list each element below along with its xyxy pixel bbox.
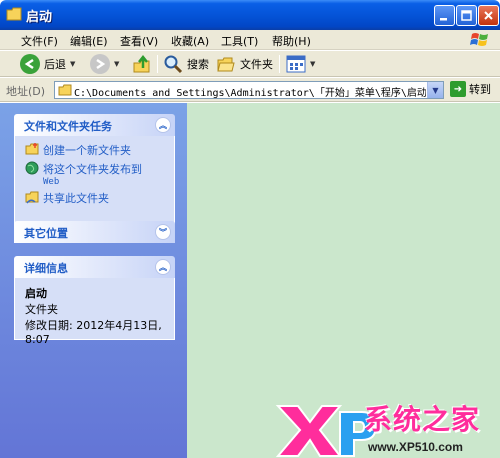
menu-edit[interactable]: 编辑(E): [70, 33, 108, 49]
minimize-button[interactable]: [434, 5, 455, 26]
detail-type: 文件夹: [25, 303, 58, 316]
back-arrow-icon: [20, 54, 40, 74]
panel-title: 其它位置: [24, 227, 68, 240]
chevron-down-icon[interactable]: ▼: [310, 60, 315, 68]
panel-header[interactable]: 详细信息 ︽: [14, 256, 175, 278]
folders-icon: [217, 57, 235, 72]
maximize-icon: [461, 10, 472, 21]
task-label: 将这个文件夹发布到: [43, 163, 142, 176]
menu-tools[interactable]: 工具(T): [221, 33, 258, 49]
chevron-down-icon[interactable]: ▼: [70, 60, 75, 68]
folders-label: 文件夹: [240, 58, 273, 71]
close-button[interactable]: [478, 5, 499, 26]
title-bar[interactable]: 启动: [0, 0, 500, 30]
back-label: 后退: [44, 58, 66, 71]
watermark-url: www.XP510.com: [368, 440, 463, 454]
maximize-button[interactable]: [456, 5, 477, 26]
back-button[interactable]: 后退 ▼: [20, 53, 75, 75]
views-button[interactable]: ▼: [286, 53, 315, 75]
forward-arrow-icon: [90, 54, 110, 74]
task-label: 创建一个新文件夹: [43, 144, 131, 157]
menu-bar: 文件(F) 编辑(E) 查看(V) 收藏(A) 工具(T) 帮助(H): [0, 30, 500, 50]
task-share-folder[interactable]: 共享此文件夹: [25, 190, 164, 206]
menu-file[interactable]: 文件(F): [21, 33, 58, 49]
address-bar: 地址(D) C:\Documents and Settings\Administ…: [0, 78, 500, 102]
task-label: 共享此文件夹: [43, 192, 109, 205]
detail-modified: 修改日期: 2012年4月13日,: [25, 319, 162, 332]
menu-view[interactable]: 查看(V): [120, 33, 158, 49]
menu-favorites[interactable]: 收藏(A): [171, 33, 209, 49]
folder-icon: [6, 7, 22, 21]
share-folder-icon: [25, 191, 39, 204]
globe-icon: [25, 161, 39, 175]
forward-button[interactable]: ▼: [90, 53, 119, 75]
detail-name: 启动: [25, 287, 47, 300]
chevron-up-icon[interactable]: ︽: [155, 259, 171, 275]
address-label: 地址(D): [6, 85, 46, 98]
go-label: 转到: [469, 83, 491, 96]
views-icon: [286, 55, 306, 73]
chevron-down-icon[interactable]: ︾: [155, 224, 171, 240]
task-publish-web[interactable]: 将这个文件夹发布到 Web: [25, 161, 164, 187]
task-sublabel: Web: [43, 177, 60, 187]
panel-header[interactable]: 其它位置 ︾: [14, 221, 175, 243]
go-button[interactable]: ➜ 转到: [450, 81, 491, 97]
address-dropdown-button[interactable]: ▼: [427, 82, 443, 98]
file-folder-tasks-panel: 文件和文件夹任务 ︽ 创建一个新文件夹 将这个文件夹发布到 Web 共享此文件夹: [14, 114, 175, 224]
watermark-brand: 系统之家: [364, 403, 481, 436]
other-places-panel: 其它位置 ︾: [14, 221, 175, 243]
address-input[interactable]: C:\Documents and Settings\Administrator\…: [54, 81, 444, 99]
up-folder-icon: [133, 54, 150, 73]
up-folder-button[interactable]: [132, 53, 152, 75]
search-button[interactable]: 搜索: [163, 53, 209, 75]
windows-logo-icon: [470, 33, 488, 46]
toolbar: 后退 ▼ ▼ 搜索 文件夹 ▼: [0, 51, 500, 77]
chevron-down-icon: ▼: [432, 85, 439, 95]
panel-title: 详细信息: [24, 262, 68, 275]
folders-button[interactable]: 文件夹: [216, 53, 273, 75]
details-panel: 详细信息 ︽ 启动 文件夹 修改日期: 2012年4月13日, 8:07: [14, 256, 175, 346]
address-value: C:\Documents and Settings\Administrator\…: [74, 88, 426, 99]
close-icon: [484, 11, 493, 20]
window-title: 启动: [26, 10, 53, 25]
search-label: 搜索: [187, 58, 209, 71]
minimize-icon: [440, 18, 447, 21]
search-icon: [164, 55, 183, 74]
chevron-down-icon[interactable]: ▼: [114, 60, 119, 68]
chevron-up-icon[interactable]: ︽: [155, 117, 171, 133]
task-pane: 文件和文件夹任务 ︽ 创建一个新文件夹 将这个文件夹发布到 Web 共享此文件夹…: [0, 103, 187, 458]
detail-modified-time: 8:07: [25, 333, 50, 346]
new-folder-icon: [25, 143, 39, 155]
go-arrow-icon: ➜: [450, 81, 466, 97]
panel-header[interactable]: 文件和文件夹任务 ︽: [14, 114, 175, 136]
panel-title: 文件和文件夹任务: [24, 120, 112, 133]
task-new-folder[interactable]: 创建一个新文件夹: [25, 142, 164, 158]
menu-help[interactable]: 帮助(H): [272, 33, 311, 49]
folder-icon: [58, 84, 72, 96]
